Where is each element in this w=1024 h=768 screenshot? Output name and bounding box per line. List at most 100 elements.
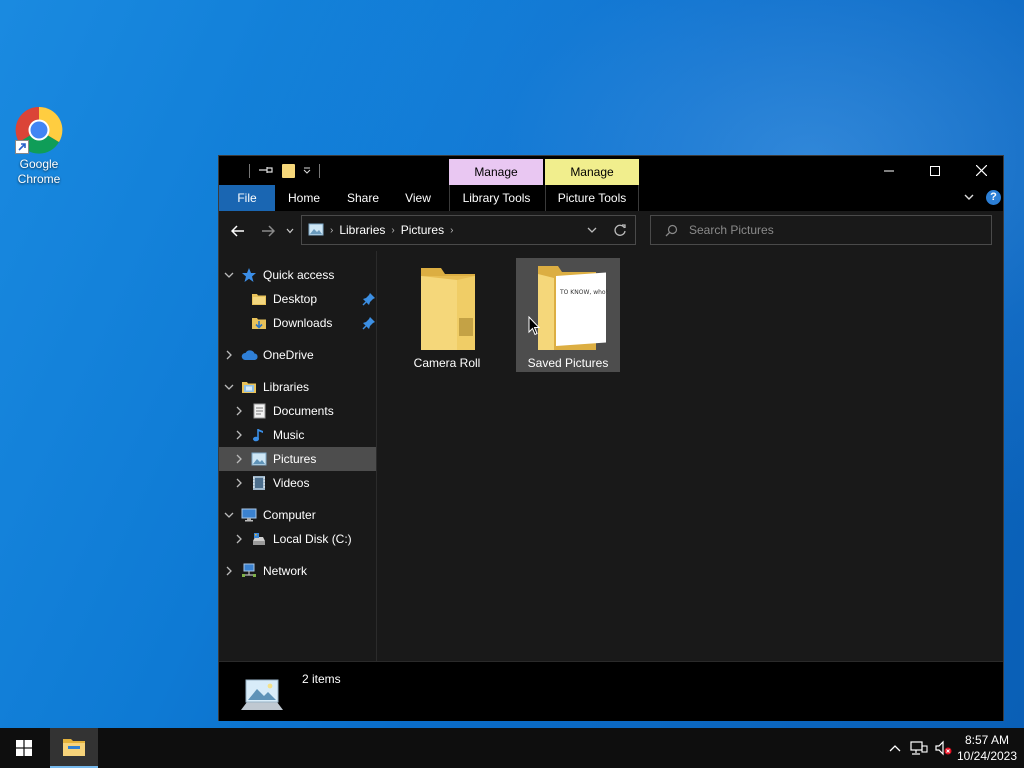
network-status-button[interactable] (908, 728, 930, 768)
network-icon (241, 563, 257, 579)
sidebar-item-onedrive[interactable]: OneDrive (219, 343, 376, 367)
folder-icon (251, 291, 267, 307)
sidebar-item-pictures[interactable]: Pictures (219, 447, 376, 471)
sidebar-item-documents[interactable]: Documents (219, 399, 376, 423)
breadcrumb-separator-icon[interactable]: › (391, 225, 394, 236)
taskbar-file-explorer[interactable] (50, 728, 98, 768)
breadcrumb-separator-icon[interactable]: › (450, 225, 453, 236)
music-icon (251, 427, 267, 443)
show-hidden-icons-button[interactable] (886, 728, 904, 768)
desktop-icon-label-line2: Chrome (17, 172, 61, 186)
sidebar-item-videos[interactable]: Videos (219, 471, 376, 495)
maximize-button[interactable] (912, 156, 958, 185)
refresh-icon[interactable] (612, 222, 628, 238)
navigation-pane: Quick access Desktop Downloads OneDrive … (219, 251, 377, 661)
sidebar-item-label: OneDrive (263, 348, 314, 362)
shortcut-arrow-icon (15, 140, 29, 154)
context-tab-manage-library[interactable]: Manage (449, 159, 543, 185)
expand-chevron-icon[interactable] (233, 405, 245, 417)
svg-text:TO KNOW, who's us: TO KNOW, who's us (559, 289, 608, 296)
clock[interactable]: 8:57 AM 10/24/2023 (954, 732, 1020, 764)
pin-icon (362, 316, 376, 333)
tab-picture-tools[interactable]: Picture Tools (545, 185, 639, 211)
folder-icon[interactable] (282, 164, 295, 178)
explorer-window: Manage Manage File Home Share View Libra… (218, 155, 1004, 721)
sidebar-item-music[interactable]: Music (219, 423, 376, 447)
expand-chevron-icon[interactable] (233, 533, 245, 545)
sidebar-item-label: Quick access (263, 268, 335, 282)
computer-icon (241, 507, 257, 523)
address-bar[interactable]: › Libraries › Pictures › (301, 215, 636, 245)
breadcrumb-pictures[interactable]: Pictures (401, 223, 444, 237)
file-explorer-icon (63, 739, 85, 756)
sidebar-item-computer[interactable]: Computer (219, 503, 376, 527)
volume-button[interactable] (932, 728, 954, 768)
sidebar-item-label: Computer (263, 508, 316, 522)
expand-chevron-icon[interactable] (223, 349, 235, 361)
expand-ribbon-icon[interactable] (963, 191, 975, 206)
sidebar-item-network[interactable]: Network (219, 559, 376, 583)
search-box[interactable]: Search Pictures (650, 215, 992, 245)
sidebar-item-downloads[interactable]: Downloads (219, 311, 376, 335)
star-icon (241, 267, 257, 283)
pictures-library-icon (237, 676, 287, 719)
expand-chevron-icon[interactable] (233, 477, 245, 489)
tab-file[interactable]: File (219, 185, 275, 211)
drive-icon (251, 531, 267, 547)
context-tab-manage-picture[interactable]: Manage (545, 159, 639, 185)
desktop-icon-label-line1: Google (19, 157, 59, 171)
sidebar-item-label: Music (273, 428, 305, 442)
pin-icon (362, 292, 376, 309)
sidebar-item-label: Network (263, 564, 308, 578)
tab-library-tools[interactable]: Library Tools (449, 185, 543, 211)
pin-icon[interactable] (258, 165, 274, 178)
expand-chevron-icon[interactable] (233, 429, 245, 441)
breadcrumb-separator-icon: › (330, 224, 334, 236)
help-icon[interactable]: ? (986, 190, 1001, 205)
sidebar-item-libraries[interactable]: Libraries (219, 375, 376, 399)
folder-item-saved-pictures[interactable]: TO KNOW, who's us Saved Pictures (516, 258, 620, 372)
start-button[interactable] (0, 728, 48, 768)
title-bar[interactable]: Manage Manage (219, 156, 1003, 185)
taskbar: 8:57 AM 10/24/2023 (0, 728, 1024, 768)
sidebar-item-local-disk[interactable]: Local Disk (C:) (219, 527, 376, 551)
search-icon (665, 224, 678, 240)
details-pane: 2 items (219, 661, 1003, 721)
chevron-up-icon (889, 745, 901, 752)
breadcrumb-libraries[interactable]: Libraries (339, 223, 385, 237)
sidebar-item-quick-access[interactable]: Quick access (219, 263, 376, 287)
libraries-icon (241, 379, 257, 395)
desktop-icon-chrome[interactable]: Google Chrome (8, 104, 70, 187)
expand-chevron-icon[interactable] (223, 565, 235, 577)
folder-item-camera-roll[interactable]: Camera Roll (395, 258, 499, 372)
recent-locations-button[interactable] (283, 221, 297, 241)
collapse-chevron-icon[interactable] (223, 381, 235, 393)
videos-icon (251, 475, 267, 491)
back-button[interactable] (227, 221, 249, 241)
forward-button[interactable] (257, 221, 279, 241)
cloud-icon (241, 347, 258, 363)
sidebar-item-label: Desktop (273, 292, 318, 306)
pictures-location-icon (308, 222, 324, 239)
expand-chevron-icon[interactable] (233, 453, 245, 465)
sidebar-item-label: Videos (273, 476, 310, 490)
search-placeholder: Search Pictures (689, 223, 774, 237)
item-count: 2 items (302, 672, 341, 686)
volume-muted-icon (935, 740, 952, 756)
customize-toolbar-icon[interactable] (303, 165, 311, 177)
tab-home[interactable]: Home (279, 185, 329, 211)
network-tray-icon (910, 741, 928, 755)
collapse-chevron-icon[interactable] (223, 269, 235, 281)
address-dropdown-icon[interactable] (586, 224, 598, 239)
collapse-chevron-icon[interactable] (223, 509, 235, 521)
sidebar-item-label: Downloads (273, 316, 333, 330)
sidebar-item-desktop[interactable]: Desktop (219, 287, 376, 311)
tab-view[interactable]: View (395, 185, 441, 211)
minimize-button[interactable] (866, 156, 912, 185)
folder-icon (417, 258, 477, 352)
tab-share[interactable]: Share (335, 185, 391, 211)
folder-name: Camera Roll (413, 356, 481, 370)
chrome-icon (15, 106, 63, 154)
close-button[interactable] (958, 156, 1004, 185)
sidebar-item-label: Local Disk (C:) (273, 532, 352, 546)
